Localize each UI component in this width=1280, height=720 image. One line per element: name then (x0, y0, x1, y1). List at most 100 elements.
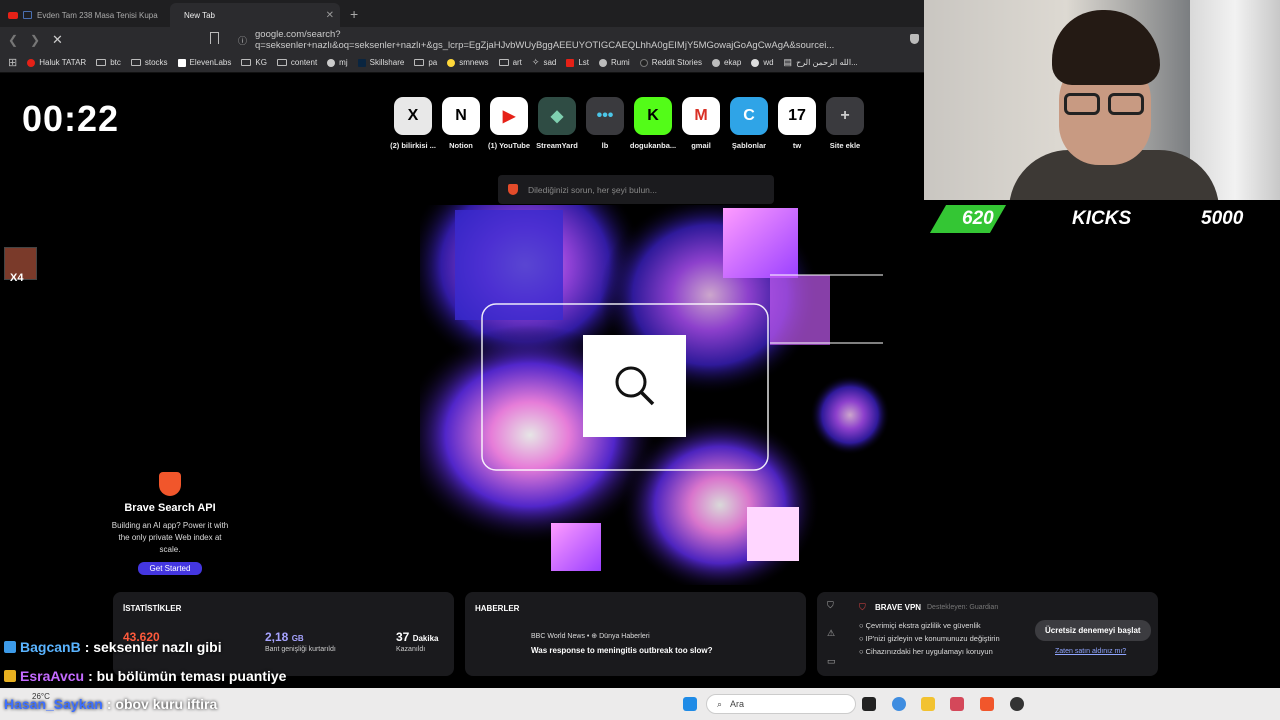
search-box[interactable]: Dilediğinizi sorun, her şeyi bulun... (498, 175, 774, 204)
bookmark-icon[interactable] (210, 32, 219, 44)
vpn-feature: ○ Cihazınızdaki her uygulamayı koruyun (859, 647, 993, 656)
reddit-stories-icon (639, 58, 648, 67)
folder-icon (276, 59, 287, 66)
tab-new-tab[interactable]: New Tab ✕ (170, 3, 340, 27)
kicks-goal: 5000 (1201, 208, 1244, 229)
stat-time: 37 Dakika Kazanıldı (396, 630, 439, 653)
smiley-icon (447, 58, 456, 67)
wd-icon (751, 58, 760, 67)
close-tab-icon[interactable]: ✕ (326, 10, 334, 21)
top-site-icon: K (634, 97, 672, 135)
get-started-button[interactable]: Get Started (137, 562, 203, 575)
tab-youtube[interactable]: Evden Tam 238 Masa Tenisi Kupa (0, 3, 170, 27)
site-info-icon[interactable]: ⓘ (238, 34, 247, 47)
bookmark-item[interactable]: Rumi (599, 58, 630, 67)
shield-icon[interactable]: ⛉ (827, 600, 834, 611)
obs-icon[interactable] (1010, 697, 1024, 711)
bookmark-item[interactable]: Reddit Stories (639, 58, 702, 67)
address-bar[interactable]: ⓘ google.com/search?q=seksenler+nazlı&oq… (232, 29, 900, 51)
top-site-label: gmail (691, 141, 711, 150)
youtube-icon (8, 11, 18, 19)
snipping-tool-icon[interactable] (950, 697, 964, 711)
folder-icon (498, 59, 509, 66)
stat-value: 37 Dakika (396, 630, 439, 644)
bookmark-folder[interactable]: content (276, 58, 317, 67)
copilot-icon[interactable] (892, 697, 906, 711)
bookmark-item[interactable]: Haluk TATAR (27, 58, 86, 67)
bookmark-item[interactable]: ElevenLabs (177, 58, 231, 67)
top-site-icon: ▶ (490, 97, 528, 135)
top-site-tile[interactable]: + Site ekle (826, 97, 864, 150)
top-site-tile[interactable]: Mgmail (682, 97, 720, 150)
vpn-trial-button[interactable]: Ücretsiz denemeyi başlat (1035, 620, 1151, 641)
bookmark-folder[interactable]: stocks (130, 58, 168, 67)
vpn-card: ⛉ ⚠ ▭ ⛉ BRAVE VPN Destekleyen: Guardian … (817, 592, 1158, 676)
top-site-label: tw (792, 141, 802, 150)
stats-title: İSTATİSTİKLER (123, 604, 182, 613)
clock: 00:22 (22, 98, 120, 139)
back-button[interactable]: ❮ (8, 33, 20, 47)
bookmark-item[interactable]: wd (751, 58, 774, 67)
magnifier-icon (615, 366, 654, 406)
file-explorer-icon[interactable] (921, 697, 935, 711)
top-site-tile[interactable]: ◆ StreamYard (536, 97, 578, 150)
top-site-icon: C (730, 97, 768, 135)
bookmark-folder[interactable]: pa (414, 58, 437, 67)
bookmark-folder[interactable]: btc (96, 58, 121, 67)
vpn-feature: ○ Çevrimiçi ekstra gizlilik ve güvenlik (859, 621, 981, 630)
news-headline[interactable]: Was response to meningitis outbreak too … (531, 646, 713, 655)
news-title: HABERLER (475, 604, 520, 613)
url-text: google.com/search?q=seksenler+nazlı&oq=s… (255, 29, 835, 51)
apps-grid-icon[interactable]: ⊞ (8, 56, 17, 69)
top-site-label: dogukanba... (629, 141, 677, 150)
bookmark-item[interactable]: Skillshare (357, 58, 404, 67)
task-view-icon[interactable] (862, 697, 876, 711)
bookmark-item[interactable]: Lst (566, 58, 589, 67)
brave-lion-icon (508, 184, 518, 195)
stop-loading-button[interactable]: ✕ (52, 32, 63, 48)
news-card[interactable]: HABERLER BBC World News • ⊕ Dünya Haberl… (465, 592, 806, 676)
top-site-label: Site ekle (829, 141, 861, 150)
top-site-icon: ◆ (538, 97, 576, 135)
search-placeholder: Dilediğinizi sorun, her şeyi bulun... (528, 184, 657, 195)
vpn-already-purchased-link[interactable]: Zaten satın aldınız mı? (1055, 648, 1126, 655)
new-tab-button[interactable]: + (350, 6, 358, 22)
vpn-feature: ○ IP'nizi gizleyin ve konumunuzu değişti… (859, 634, 1000, 643)
bookmark-item[interactable]: ekap (711, 58, 741, 67)
bookmark-folder[interactable]: art (498, 58, 522, 67)
webcam-overlay (924, 0, 1280, 200)
github-icon (327, 58, 336, 67)
tab-strip: Evden Tam 238 Masa Tenisi Kupa New Tab ✕… (0, 0, 924, 27)
top-site-tile[interactable]: N Notion (442, 97, 480, 150)
top-site-label: StreamYard (536, 141, 578, 150)
cube-badge-icon (4, 641, 16, 653)
top-site-tile[interactable]: X (2) bilirkisi ... (390, 97, 436, 150)
brave-shield-icon[interactable] (910, 34, 919, 44)
taskbar-search[interactable]: ⌕ Ara (706, 694, 856, 714)
news-source: BBC World News • ⊕ Dünya Haberleri (531, 633, 650, 640)
bookmark-item[interactable]: mj (327, 58, 348, 67)
bookmark-item[interactable]: ✧ sad (532, 57, 556, 68)
chat-username: BagcanB (20, 639, 81, 655)
top-site-label: (1) YouTube (487, 141, 531, 150)
top-site-tile[interactable]: ▶ (1) YouTube (487, 97, 531, 150)
stat-label: Kazanıldı (396, 646, 426, 653)
chat-message: EsraAvcu : bu bölümün teması puantiye (4, 668, 286, 684)
warning-icon[interactable]: ⚠ (827, 628, 835, 639)
page-icon: ▤ (783, 57, 793, 67)
bookmark-item[interactable]: smnews (447, 58, 489, 67)
bookmark-item[interactable]: ▤ الله الرحمن الرح... (784, 57, 858, 68)
top-site-tile[interactable]: C Şablonlar (730, 97, 768, 150)
windows-start-icon[interactable] (683, 697, 697, 711)
top-site-icon: 17 (778, 97, 816, 135)
screen-icon[interactable]: ▭ (827, 656, 836, 667)
bookmark-folder[interactable]: KG (241, 58, 267, 67)
top-site-tile[interactable]: 17 tw (778, 97, 816, 150)
top-site-label: (2) bilirkisi ... (390, 141, 436, 150)
forward-button[interactable]: ❯ (30, 33, 42, 47)
top-site-icon: M (682, 97, 720, 135)
bookmarks-bar: ⊞ Haluk TATAR btc stocks ElevenLabs KG c… (0, 53, 924, 73)
top-site-tile[interactable]: Kdogukanba... (630, 97, 676, 150)
top-site-tile[interactable]: ••• lb (586, 97, 624, 150)
brave-taskbar-icon[interactable] (980, 697, 994, 711)
